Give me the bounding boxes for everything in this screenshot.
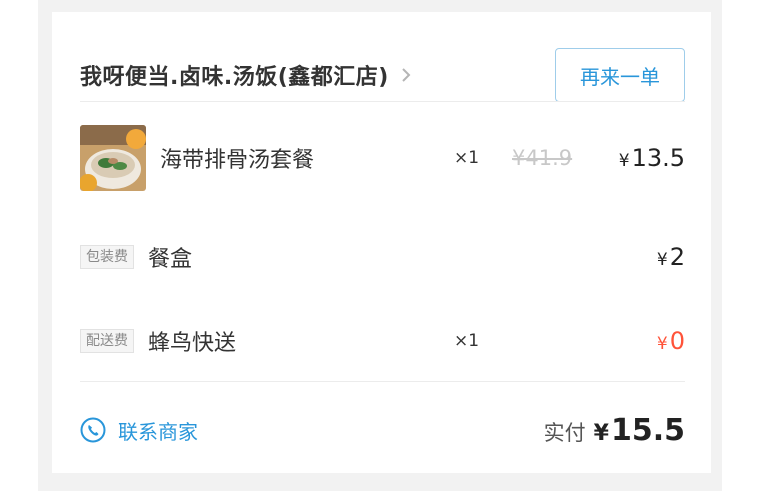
item-name: 海带排骨汤套餐 [160,148,315,173]
paid-total: 实付 ¥ 15.5 [544,413,685,448]
contact-merchant-button[interactable]: 联系商家 [80,416,198,445]
fee-tag: 包装费 [80,245,134,269]
divider [80,381,685,382]
delivery-fee-row: 配送费 蜂鸟快送 ×1 ¥0 [80,324,685,358]
food-thumbnail [80,125,146,191]
paid-label: 实付 [543,420,586,445]
fee-price: ¥0 [656,327,685,355]
item-original-price: ¥41.9 [512,146,573,170]
fee-tag: 配送费 [80,329,134,353]
shop-header[interactable]: 我呀便当.卤味.汤饭(鑫都汇店) 再来一单 [80,30,685,120]
divider [80,101,685,102]
paid-currency: ¥ [593,420,609,446]
fee-price: ¥2 [656,243,685,271]
order-card: 我呀便当.卤味.汤饭(鑫都汇店) 再来一单 海带排骨汤套餐 ×1 ¥41.9 ¥… [52,12,711,473]
reorder-button[interactable]: 再来一单 [555,48,685,102]
chevron-right-icon [402,68,411,82]
fee-quantity: ×1 [454,331,480,351]
item-price: ¥13.5 [618,144,685,172]
fee-name: 餐盒 [148,247,193,272]
shop-name[interactable]: 我呀便当.卤味.汤饭(鑫都汇店) [80,59,389,91]
packaging-fee-row: 包装费 餐盒 ¥2 [80,240,685,274]
contact-merchant-label[interactable]: 联系商家 [118,416,198,445]
fee-name: 蜂鸟快送 [148,331,237,356]
paid-amount: 15.5 [610,412,685,448]
phone-icon [80,417,106,443]
item-quantity: ×1 [454,148,480,168]
order-item-row: 海带排骨汤套餐 ×1 ¥41.9 ¥13.5 [80,125,685,191]
order-footer: 联系商家 实付 ¥ 15.5 [80,390,685,470]
